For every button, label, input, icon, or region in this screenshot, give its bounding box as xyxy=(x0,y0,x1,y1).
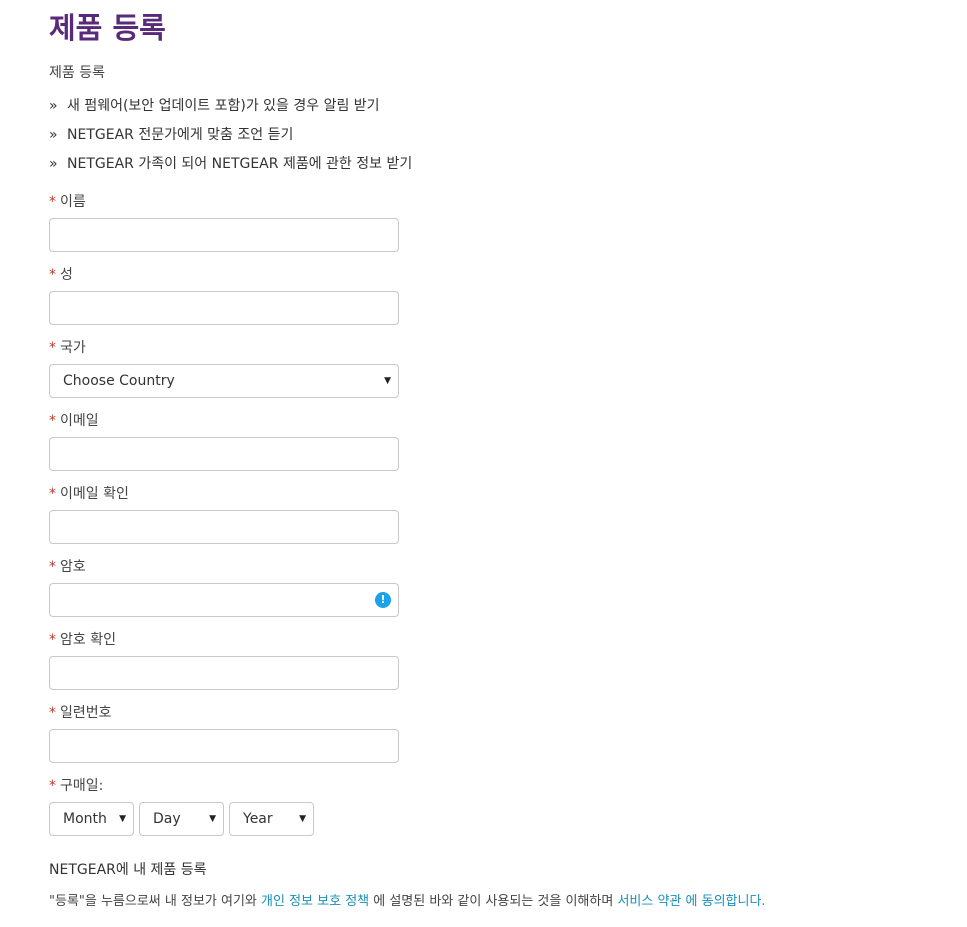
page-subtitle: 제품 등록 xyxy=(49,65,105,81)
page-title: 제품 등록 xyxy=(49,11,166,45)
email-label-text: 이메일 xyxy=(60,413,99,429)
consent-prefix: "등록"을 누름으로써 내 정보가 여기와 xyxy=(49,894,262,909)
required-mark: * xyxy=(49,413,56,429)
benefit-text: NETGEAR 가족이 되어 NETGEAR 제품에 관한 정보 받기 xyxy=(67,156,413,172)
required-mark: * xyxy=(49,778,56,794)
consent-text: "등록"을 누름으로써 내 정보가 여기와 개인 정보 보호 정책 에 설명된 … xyxy=(49,893,766,911)
day-selected-value: Day xyxy=(153,811,181,827)
required-mark: * xyxy=(49,194,56,210)
product-registration-page: 제품 등록 제품 등록 » 새 펌웨어(보안 업데이트 포함)가 있을 경우 알림… xyxy=(0,0,967,927)
consent-middle: 에 설명된 바와 같이 사용되는 것을 이해하며 xyxy=(369,894,618,909)
benefit-item: » NETGEAR 전문가에게 맞춤 조언 듣기 xyxy=(49,125,412,154)
password-field[interactable]: ! xyxy=(49,583,399,617)
year-selected-value: Year xyxy=(243,811,273,827)
email-confirm-label: * 이메일 확인 xyxy=(49,485,129,503)
chevron-down-icon: ▼ xyxy=(384,376,391,386)
privacy-policy-link[interactable]: 개인 정보 보호 정책 xyxy=(261,894,369,909)
bullet-marker: » xyxy=(49,127,58,143)
password-confirm-label-text: 암호 확인 xyxy=(60,632,116,648)
purchase-year-select[interactable]: Year ▼ xyxy=(229,802,314,836)
serial-field[interactable] xyxy=(49,729,399,763)
password-input[interactable] xyxy=(50,584,398,616)
password-confirm-label: * 암호 확인 xyxy=(49,631,116,649)
serial-label-text: 일련번호 xyxy=(60,705,112,721)
password-confirm-field[interactable] xyxy=(49,656,399,690)
required-mark: * xyxy=(49,486,56,502)
purchase-month-select[interactable]: Month ▼ xyxy=(49,802,134,836)
benefit-item: » NETGEAR 가족이 되어 NETGEAR 제품에 관한 정보 받기 xyxy=(49,154,412,183)
email-confirm-input[interactable] xyxy=(50,511,398,543)
chevron-down-icon: ▼ xyxy=(209,814,216,824)
country-label: * 국가 xyxy=(49,339,86,357)
email-confirm-label-text: 이메일 확인 xyxy=(60,486,129,502)
purchase-date-label-text: 구매일: xyxy=(60,778,104,794)
bullet-marker: » xyxy=(49,156,58,172)
password-label: * 암호 xyxy=(49,558,86,576)
password-label-text: 암호 xyxy=(60,559,86,575)
first-name-field[interactable] xyxy=(49,218,399,252)
bullet-marker: » xyxy=(49,98,58,114)
country-selected-value: Choose Country xyxy=(63,373,175,389)
purchase-day-select[interactable]: Day ▼ xyxy=(139,802,224,836)
serial-label: * 일련번호 xyxy=(49,704,112,722)
chevron-down-icon: ▼ xyxy=(299,814,306,824)
last-name-label: * 성 xyxy=(49,266,73,284)
required-mark: * xyxy=(49,632,56,648)
benefit-item: » 새 펌웨어(보안 업데이트 포함)가 있을 경우 알림 받기 xyxy=(49,96,412,125)
country-label-text: 국가 xyxy=(60,340,86,356)
first-name-label: * 이름 xyxy=(49,193,86,211)
password-confirm-input[interactable] xyxy=(50,657,398,689)
last-name-label-text: 성 xyxy=(60,267,73,283)
required-mark: * xyxy=(49,559,56,575)
required-mark: * xyxy=(49,340,56,356)
registration-heading: NETGEAR에 내 제품 등록 xyxy=(49,862,207,878)
benefit-text: 새 펌웨어(보안 업데이트 포함)가 있을 경우 알림 받기 xyxy=(67,98,380,114)
country-select[interactable]: Choose Country ▼ xyxy=(49,364,399,398)
required-mark: * xyxy=(49,705,56,721)
email-label: * 이메일 xyxy=(49,412,99,430)
benefits-list: » 새 펌웨어(보안 업데이트 포함)가 있을 경우 알림 받기 » NETGEAR… xyxy=(49,96,412,183)
terms-of-service-link[interactable]: 서비스 약관 xyxy=(617,894,681,909)
email-confirm-field[interactable] xyxy=(49,510,399,544)
required-mark: * xyxy=(49,267,56,283)
purchase-date-label: * 구매일: xyxy=(49,777,103,795)
last-name-field[interactable] xyxy=(49,291,399,325)
email-input[interactable] xyxy=(50,438,398,470)
serial-input[interactable] xyxy=(50,730,398,762)
chevron-down-icon: ▼ xyxy=(119,814,126,824)
first-name-input[interactable] xyxy=(50,219,398,251)
last-name-input[interactable] xyxy=(50,292,398,324)
agree-link[interactable]: 에 동의합니다. xyxy=(681,894,766,909)
info-icon[interactable]: ! xyxy=(375,592,391,608)
month-selected-value: Month xyxy=(63,811,107,827)
email-field[interactable] xyxy=(49,437,399,471)
benefit-text: NETGEAR 전문가에게 맞춤 조언 듣기 xyxy=(67,127,294,143)
first-name-label-text: 이름 xyxy=(60,194,86,210)
